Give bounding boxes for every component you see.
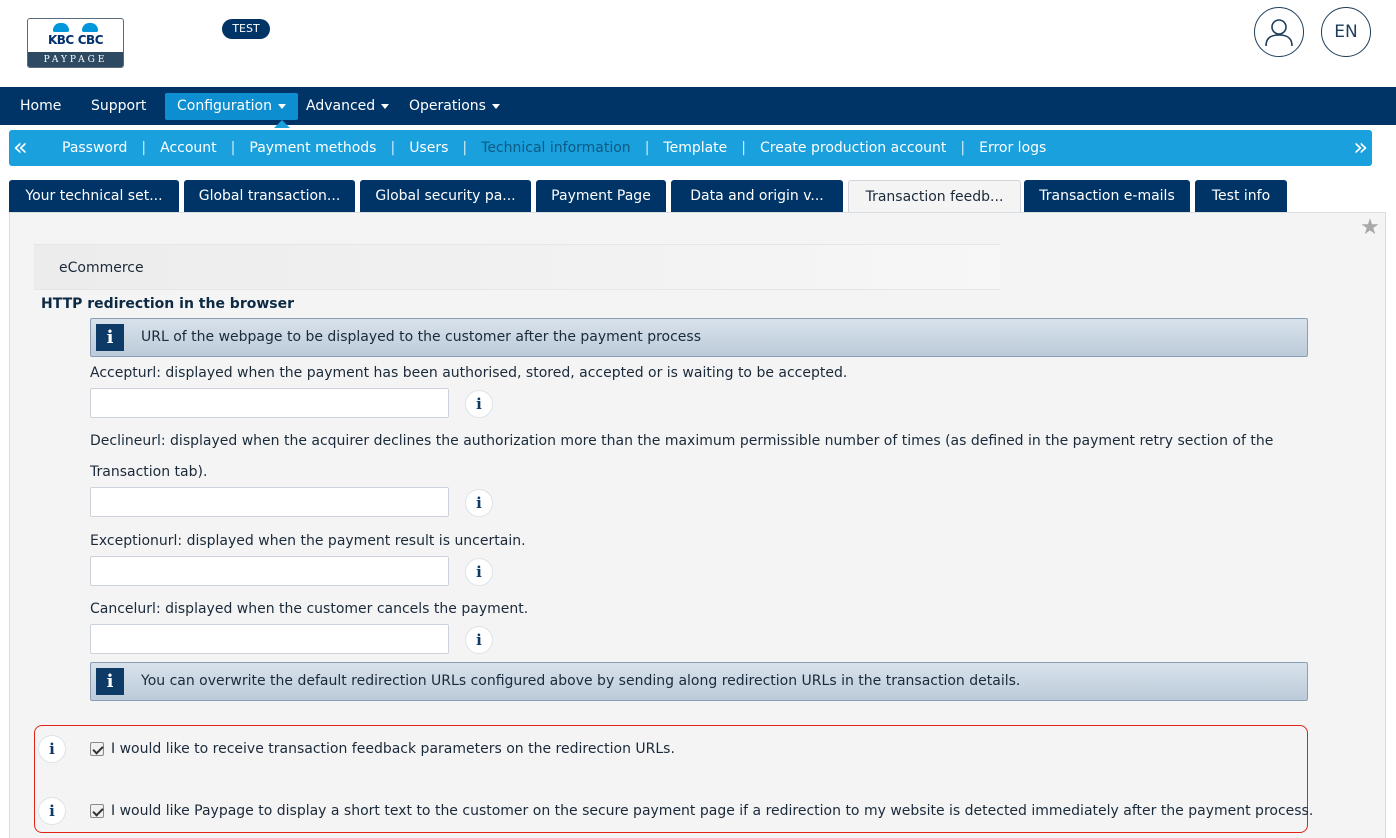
declineurl-input[interactable] xyxy=(90,487,449,517)
tab-technical-setup[interactable]: Your technical set... xyxy=(9,180,179,212)
logo-brand-right: CBC xyxy=(78,22,104,47)
separator: | xyxy=(141,140,147,156)
redirect-text-label: I would like Paypage to display a short … xyxy=(111,803,1314,819)
subnav-create-production-account[interactable]: Create production account xyxy=(760,140,946,156)
scroll-right-icon[interactable]: » xyxy=(1353,132,1368,162)
tab-data-origin[interactable]: Data and origin v... xyxy=(671,180,843,212)
paypage-logo[interactable]: KBC CBC PAYPAGE xyxy=(27,18,124,68)
info-icon[interactable]: i xyxy=(465,489,493,517)
sub-nav: « Password | Account | Payment methods |… xyxy=(9,130,1372,166)
feedback-params-checkbox-row[interactable]: I would like to receive transaction feed… xyxy=(90,739,675,759)
tab-transaction-emails[interactable]: Transaction e-mails xyxy=(1024,180,1190,212)
redirect-text-checkbox-row[interactable]: I would like Paypage to display a short … xyxy=(90,801,1313,821)
info-icon[interactable]: i xyxy=(465,558,493,586)
separator: | xyxy=(462,140,468,156)
separator: | xyxy=(390,140,396,156)
info-box-url: i URL of the webpage to be displayed to … xyxy=(90,318,1308,357)
nav-home[interactable]: Home xyxy=(20,87,61,125)
nav-advanced-label: Advanced xyxy=(306,98,376,114)
section-title: eCommerce xyxy=(59,260,144,276)
info-icon[interactable]: i xyxy=(465,390,493,418)
redirect-text-checkbox[interactable] xyxy=(90,804,104,818)
language-button[interactable]: EN xyxy=(1321,7,1371,57)
user-account-button[interactable] xyxy=(1254,7,1304,57)
active-nav-pointer xyxy=(274,120,290,128)
declineurl-label-line2: Transaction tab). xyxy=(90,464,208,480)
main-nav: Home Support Configuration Advanced Oper… xyxy=(0,87,1396,125)
subnav-technical-information[interactable]: Technical information xyxy=(481,140,631,156)
info-icon: i xyxy=(96,668,124,695)
feedback-params-label: I would like to receive transaction feed… xyxy=(111,741,675,757)
star-icon[interactable]: ★ xyxy=(1358,216,1382,240)
tab-global-transaction[interactable]: Global transaction... xyxy=(184,180,355,212)
info-box-text: You can overwrite the default redirectio… xyxy=(141,673,1021,689)
nav-operations-label: Operations xyxy=(409,98,486,114)
feedback-params-checkbox[interactable] xyxy=(90,742,104,756)
nav-operations[interactable]: Operations xyxy=(409,87,500,125)
cancelurl-label: Cancelurl: displayed when the customer c… xyxy=(90,601,529,617)
info-box-text: URL of the webpage to be displayed to th… xyxy=(141,329,701,345)
logo-brand-left: KBC xyxy=(48,22,74,47)
subnav-users[interactable]: Users xyxy=(409,140,448,156)
tab-test-info[interactable]: Test info xyxy=(1195,180,1287,212)
subnav-template[interactable]: Template xyxy=(663,140,727,156)
exceptionurl-label: Exceptionurl: displayed when the payment… xyxy=(90,533,526,549)
nav-support[interactable]: Support xyxy=(91,87,146,125)
info-box-overwrite: i You can overwrite the default redirect… xyxy=(90,662,1308,701)
logo-subtitle: PAYPAGE xyxy=(28,52,123,67)
separator: | xyxy=(230,140,236,156)
nav-configuration[interactable]: Configuration xyxy=(165,93,298,120)
tab-payment-page[interactable]: Payment Page xyxy=(536,180,666,212)
exceptionurl-input[interactable] xyxy=(90,556,449,586)
scroll-left-icon[interactable]: « xyxy=(13,132,28,162)
info-icon[interactable]: i xyxy=(465,626,493,654)
subnav-account[interactable]: Account xyxy=(160,140,217,156)
subnav-password[interactable]: Password xyxy=(62,140,127,156)
accepturl-label: Accepturl: displayed when the payment ha… xyxy=(90,365,848,381)
accepturl-input[interactable] xyxy=(90,388,449,418)
header: KBC CBC PAYPAGE TEST EN xyxy=(0,0,1396,87)
nav-configuration-label: Configuration xyxy=(177,98,272,114)
separator: | xyxy=(960,140,966,156)
info-icon[interactable]: i xyxy=(38,735,66,763)
env-badge: TEST xyxy=(222,19,270,39)
group-title: HTTP redirection in the browser xyxy=(41,296,295,312)
nav-advanced[interactable]: Advanced xyxy=(306,87,390,125)
tab-transaction-feedback[interactable]: Transaction feedb... xyxy=(848,180,1021,213)
user-icon xyxy=(1265,19,1293,47)
separator: | xyxy=(644,140,650,156)
separator: | xyxy=(741,140,747,156)
tab-global-security[interactable]: Global security pa... xyxy=(360,180,531,212)
cancelurl-input[interactable] xyxy=(90,624,449,654)
chevron-down-icon xyxy=(277,103,286,109)
section-header: eCommerce xyxy=(34,244,1000,290)
chevron-down-icon xyxy=(381,103,390,109)
subnav-error-logs[interactable]: Error logs xyxy=(979,140,1046,156)
chevron-down-icon xyxy=(491,103,500,109)
info-icon[interactable]: i xyxy=(38,797,66,825)
subnav-payment-methods[interactable]: Payment methods xyxy=(249,140,376,156)
info-icon: i xyxy=(96,324,124,351)
declineurl-label: Declineurl: displayed when the acquirer … xyxy=(90,433,1274,449)
